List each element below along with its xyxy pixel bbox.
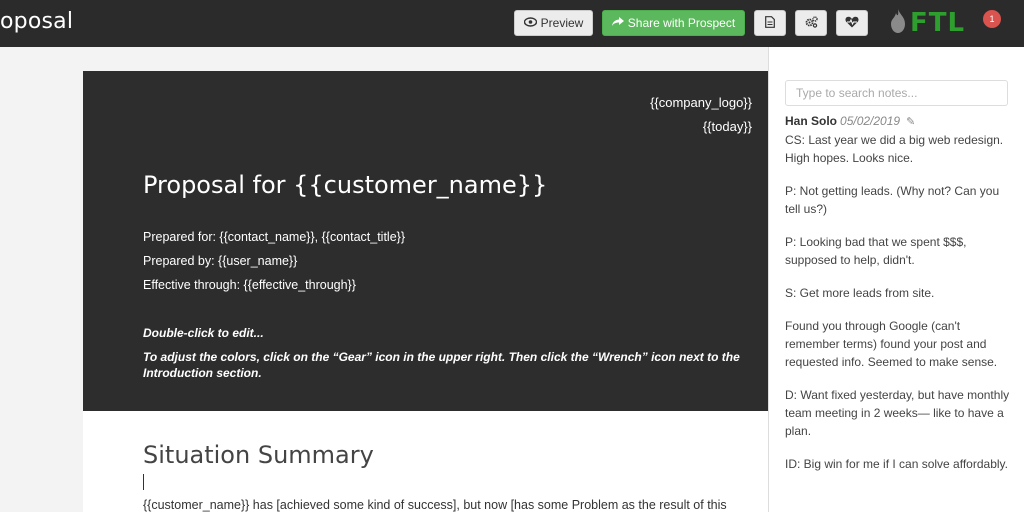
note-item: CS: Last year we did a big web redesign.… bbox=[785, 133, 1004, 165]
note-item: P: Looking bad that we spent $$$, suppos… bbox=[785, 235, 967, 267]
note-date: 05/02/2019 bbox=[840, 114, 901, 128]
summary-text: {{customer_name}} has [achieved some kin… bbox=[143, 498, 727, 512]
pencil-icon[interactable]: ✎ bbox=[906, 116, 915, 128]
settings-button[interactable] bbox=[795, 10, 827, 36]
share-arrow-icon bbox=[611, 16, 624, 30]
notes-search-input[interactable] bbox=[785, 80, 1008, 106]
today-placeholder: {{today}} bbox=[702, 119, 752, 134]
proposal-title: Proposal for {{customer_name}} bbox=[143, 171, 548, 199]
situation-summary-section[interactable]: Situation Summary {{customer_name}} has … bbox=[83, 411, 768, 512]
ftl-logo: FTL bbox=[890, 8, 966, 38]
note-list: CS: Last year we did a big web redesign.… bbox=[785, 131, 1013, 488]
note-author: Han Solo bbox=[785, 114, 838, 128]
heartbeat-icon bbox=[845, 16, 859, 31]
notes-panel: Han Solo05/02/2019 ✎ CS: Last year we did… bbox=[768, 47, 1024, 512]
preview-label: Preview bbox=[540, 16, 584, 30]
note-item: Found you through Google (can't remember… bbox=[785, 319, 998, 369]
note-item: S: Get more leads from site. bbox=[785, 286, 935, 300]
page-title: oposal bbox=[0, 9, 74, 34]
flame-icon bbox=[890, 8, 906, 38]
share-with-prospect-button[interactable]: Share with Prospect bbox=[602, 10, 745, 36]
document-button[interactable] bbox=[754, 10, 786, 36]
edit-hint: Double-click to edit... bbox=[143, 326, 264, 340]
effective-through: Effective through: {{effective_through}} bbox=[143, 278, 356, 292]
notification-badge[interactable]: 1 bbox=[983, 10, 1001, 28]
logo-text: FTL bbox=[910, 8, 966, 38]
section-title: Situation Summary bbox=[143, 441, 374, 469]
text-cursor bbox=[143, 474, 144, 490]
note-item: ID: Big win for me if I can solve afford… bbox=[785, 457, 1008, 471]
prepared-for: Prepared for: {{contact_name}}, {{contac… bbox=[143, 230, 405, 244]
preview-button[interactable]: Preview bbox=[514, 10, 593, 36]
note-header: Han Solo 05/02/2019 ✎ bbox=[785, 114, 915, 128]
proposal-cover-section[interactable]: {{company_logo}} {{today}} Proposal for … bbox=[83, 71, 768, 411]
company-logo-placeholder: {{company_logo}} bbox=[650, 95, 752, 110]
gears-icon bbox=[805, 15, 818, 31]
note-item: P: Not getting leads. (Why not? Can you … bbox=[785, 184, 1000, 216]
document-icon bbox=[765, 15, 775, 31]
note-item: D: Want fixed yesterday, but have monthl… bbox=[785, 388, 1010, 438]
prepared-by: Prepared by: {{user_name}} bbox=[143, 254, 298, 268]
color-hint: To adjust the colors, click on the “Gear… bbox=[143, 350, 740, 380]
top-bar: oposal Preview Share with Prospect FTL 1 bbox=[0, 0, 1024, 47]
health-button[interactable] bbox=[836, 10, 868, 36]
eye-icon bbox=[523, 16, 537, 30]
share-label: Share with Prospect bbox=[627, 16, 736, 30]
